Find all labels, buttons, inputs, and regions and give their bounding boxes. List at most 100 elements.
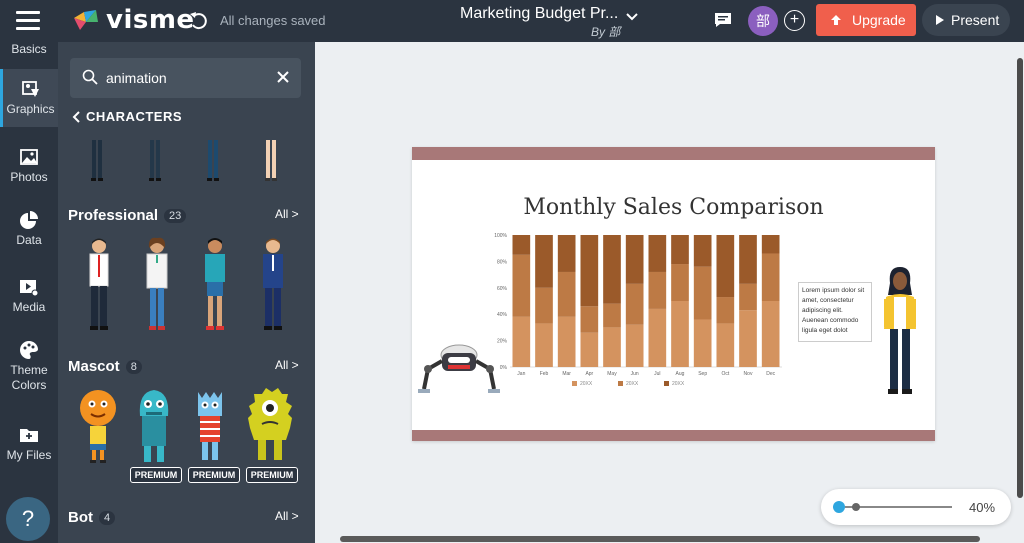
zoom-slider-handle[interactable] — [851, 503, 860, 511]
rail-item-label: Basics — [11, 42, 47, 56]
x-tick-label: Aug — [676, 371, 685, 377]
bar-segment — [716, 297, 735, 324]
mascot-teal-character[interactable] — [134, 388, 174, 464]
zoom-slider-track[interactable] — [845, 506, 952, 508]
help-button[interactable]: ? — [6, 497, 50, 541]
bar-segment — [535, 323, 553, 367]
woman-illustration[interactable] — [882, 267, 918, 401]
upgrade-label: Upgrade — [852, 12, 906, 28]
all-professional-link[interactable]: All > — [275, 207, 299, 221]
bar-segment — [512, 316, 531, 367]
photo-icon — [20, 149, 38, 165]
bar-segment — [580, 306, 599, 333]
bar-segment — [671, 264, 689, 301]
bar-segment — [671, 301, 689, 367]
professional-character-4[interactable] — [258, 236, 288, 332]
professional-row — [72, 236, 302, 332]
bar-segment — [693, 235, 712, 267]
slide-text-box[interactable]: Lorem ipsum dolor sit amet, consectetur … — [798, 282, 872, 342]
rail-item-photos[interactable]: Photos — [0, 147, 58, 184]
user-avatar[interactable]: 部 — [748, 6, 778, 36]
zoom-toggle[interactable] — [833, 501, 845, 513]
slide-top-band — [412, 147, 935, 160]
robot-illustration[interactable] — [416, 341, 502, 403]
professional-character-3[interactable] — [200, 236, 230, 332]
bar-segment — [716, 323, 735, 367]
present-label: Present — [951, 12, 1000, 28]
add-collaborator-button[interactable]: + — [784, 10, 805, 31]
rail-item-label: Data — [16, 233, 42, 247]
y-tick-label: 80% — [497, 259, 508, 265]
mascot-blue-character[interactable] — [190, 388, 230, 464]
characters-row-legs — [86, 140, 296, 182]
comments-icon[interactable] — [714, 12, 732, 28]
horizontal-scrollbar[interactable] — [340, 536, 980, 542]
mascot-orange-character[interactable] — [78, 388, 118, 464]
bar-segment — [580, 332, 599, 367]
character-legs-icon[interactable] — [206, 140, 220, 182]
undo-icon[interactable] — [188, 10, 210, 32]
legend-swatch — [618, 381, 623, 386]
menu-icon[interactable] — [16, 11, 40, 30]
professional-character-2[interactable] — [142, 236, 172, 332]
chevron-left-icon — [72, 110, 80, 123]
character-legs-icon[interactable] — [264, 140, 278, 182]
legend-swatch — [664, 381, 669, 386]
rail-item-my-files[interactable]: My Files — [0, 425, 58, 462]
x-tick-label: Apr — [585, 371, 593, 377]
search-input[interactable] — [106, 67, 266, 89]
x-tick-label: Dec — [766, 371, 775, 377]
all-bot-link[interactable]: All > — [275, 509, 299, 523]
legend-label: 20XX — [672, 381, 685, 387]
bar-segment — [557, 316, 576, 367]
bar-segment — [625, 235, 644, 284]
rail-item-media[interactable]: Media — [0, 277, 58, 314]
section-professional: Professional 23 — [68, 207, 187, 224]
rail-item-label-2: Colors — [11, 378, 47, 392]
professional-character-1[interactable] — [84, 236, 114, 332]
section-bot: Bot 4 — [68, 509, 116, 526]
y-tick-label: 40% — [497, 312, 508, 318]
section-mascot: Mascot 8 — [68, 358, 142, 375]
bar-segment — [557, 235, 576, 272]
legend-label: 20XX — [580, 381, 593, 387]
present-button[interactable]: Present — [922, 4, 1010, 36]
bar-segment — [603, 327, 621, 367]
visme-logo[interactable]: visme — [72, 5, 195, 35]
rail-item-theme-colors[interactable]: Theme Colors — [0, 340, 58, 393]
section-title: Professional — [68, 207, 159, 224]
bar-segment — [580, 235, 599, 307]
mascot-row: PREMIUM PREMIUM PREMIUM — [72, 388, 302, 488]
x-tick-label: Feb — [540, 371, 549, 377]
chevron-down-icon[interactable] — [626, 12, 638, 22]
character-legs-icon[interactable] — [90, 140, 104, 182]
rail-item-label: Graphics — [6, 102, 55, 116]
document-title[interactable]: Marketing Budget Pr... — [460, 5, 618, 23]
upgrade-button[interactable]: Upgrade — [816, 4, 916, 36]
bar-segment — [512, 254, 531, 317]
rail-item-label: My Files — [6, 448, 52, 462]
folder-icon — [20, 429, 38, 442]
rail-item-data[interactable]: Data — [0, 210, 58, 247]
premium-badge: PREMIUM — [130, 467, 182, 483]
back-to-characters[interactable]: CHARACTERS — [72, 109, 182, 124]
all-mascot-link[interactable]: All > — [275, 358, 299, 372]
stacked-bar-chart[interactable]: 0%20%40%60%80%100%Jan Feb Mar Apr May Jun Jul A… — [492, 229, 792, 397]
y-tick-label: 100% — [494, 233, 507, 239]
bar-segment — [648, 235, 667, 272]
rail-item-basics[interactable]: Basics — [0, 42, 58, 64]
x-tick-label: May — [607, 371, 617, 377]
bar-segment — [671, 235, 689, 265]
close-icon[interactable] — [276, 70, 290, 84]
character-legs-icon[interactable] — [148, 140, 162, 182]
bar-segment — [739, 283, 757, 311]
bar-segment — [603, 303, 621, 328]
x-tick-label: Jan — [517, 371, 525, 377]
x-tick-label: Oct — [721, 371, 729, 377]
rail-item-graphics[interactable]: Graphics — [0, 69, 58, 127]
vertical-scrollbar[interactable] — [1017, 58, 1023, 498]
slide-title[interactable]: Monthly Sales Comparison — [412, 195, 935, 220]
slide[interactable]: Monthly Sales Comparison 0% 20% 40% 60% 80% 1… — [412, 147, 935, 441]
bar-segment — [557, 271, 576, 317]
mascot-yellow-character[interactable] — [246, 388, 294, 464]
